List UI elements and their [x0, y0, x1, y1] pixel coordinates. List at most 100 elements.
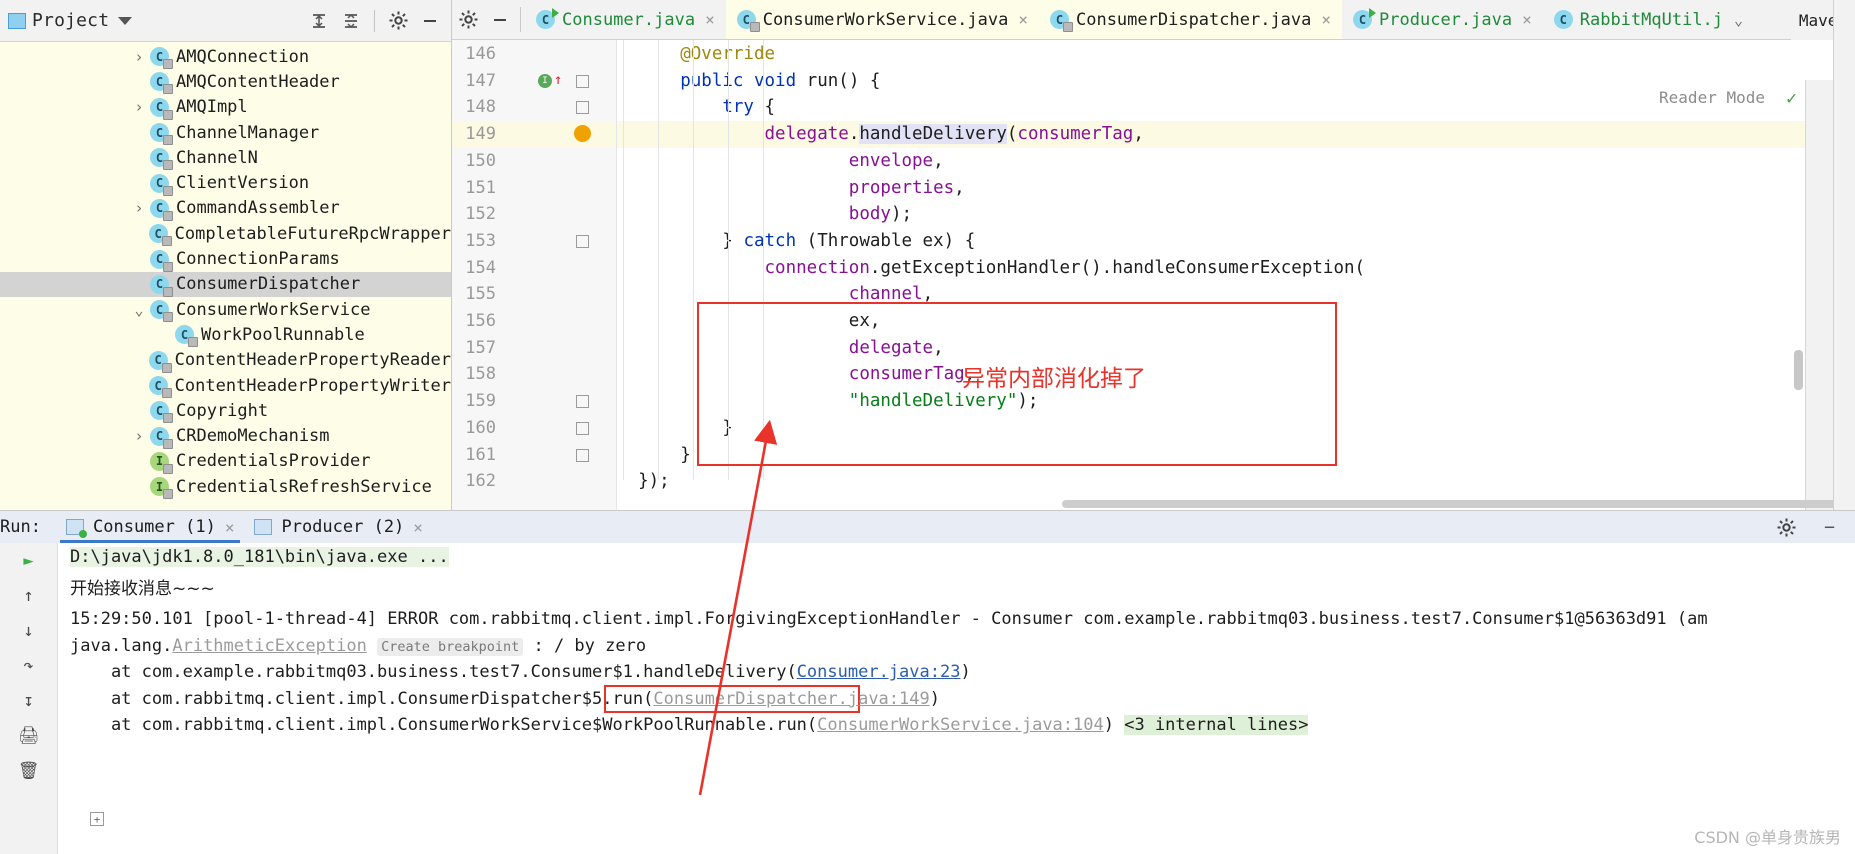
console-line[interactable]: D:\java\jdk1.8.0_181\bin\java.exe ... — [70, 547, 449, 567]
scroll-to-end-icon[interactable]: ↧ — [16, 689, 42, 713]
rerun-icon[interactable]: ► — [16, 549, 42, 573]
create-breakpoint-chip[interactable]: Create breakpoint — [377, 637, 524, 656]
console-line[interactable]: java.lang.ArithmeticException Create bre… — [70, 636, 646, 656]
chevron-down-icon[interactable]: ⌄ — [130, 301, 148, 319]
print-icon[interactable]: 🖨 — [16, 724, 42, 748]
chevron-right-icon[interactable]: › — [130, 98, 148, 116]
hide-editor-icon[interactable] — [484, 0, 516, 39]
expand-fold-icon[interactable]: + — [90, 812, 104, 826]
close-icon[interactable]: × — [413, 518, 423, 537]
code-line[interactable]: connection.getExceptionHandler().handleC… — [617, 258, 1366, 278]
intention-bulb-icon[interactable] — [574, 125, 591, 143]
close-icon[interactable]: × — [1018, 10, 1028, 29]
console-line[interactable]: 15:29:50.101 [pool-1-thread-4] ERROR com… — [70, 609, 1708, 629]
code-fold-icon[interactable] — [576, 395, 589, 409]
tree-item[interactable]: ›CCopyright — [0, 398, 451, 424]
tree-item[interactable]: › C CRDemoMechanism — [0, 423, 451, 449]
settings-gear-icon[interactable] — [452, 0, 484, 39]
minimize-icon[interactable]: − — [1824, 517, 1835, 538]
code-line[interactable]: } — [617, 418, 733, 438]
exception-link[interactable]: ArithmeticException — [172, 636, 366, 656]
run-gutter-icon[interactable]: I — [538, 73, 552, 88]
editor-gutter[interactable]: 146 147 148 149 150 151 152 153 154 155 156 157 158 1… — [452, 40, 617, 510]
code-fold-icon[interactable] — [576, 421, 589, 435]
run-tab[interactable]: Consumer (1) × — [56, 511, 244, 543]
collapse-all-icon[interactable] — [338, 8, 364, 34]
code-fold-icon[interactable] — [576, 74, 589, 88]
tree-item[interactable]: › C CommandAssembler — [0, 196, 451, 221]
tree-item[interactable]: ›CChannelManager — [0, 120, 451, 146]
code-line[interactable]: "handleDelivery"); — [617, 391, 1039, 411]
right-side-tool-strip[interactable] — [1833, 0, 1855, 510]
tree-item[interactable]: ›CContentHeaderPropertyWriter — [0, 373, 451, 398]
code-line[interactable]: properties, — [617, 178, 965, 198]
stacktrace-link[interactable]: ConsumerWorkService.java:104 — [817, 715, 1104, 735]
tree-item[interactable]: ›CConsumerDispatcher — [0, 271, 451, 297]
chevron-right-icon[interactable]: › — [130, 199, 148, 217]
hide-panel-icon[interactable] — [417, 8, 443, 34]
code-fold-icon[interactable] — [576, 101, 589, 115]
settings-gear-icon[interactable] — [1776, 517, 1797, 542]
editor-tab[interactable]: C RabbitMqUtil.j ⌄ — [1543, 0, 1754, 39]
close-icon[interactable]: × — [1522, 10, 1532, 29]
stacktrace-link[interactable]: ConsumerDispatcher.java:149 — [653, 689, 929, 709]
console-line[interactable]: at com.rabbitmq.client.impl.ConsumerDisp… — [70, 689, 940, 709]
code-line[interactable]: @Override — [617, 44, 775, 64]
run-tab[interactable]: Producer (2) × — [244, 511, 432, 543]
code-fold-icon[interactable] — [576, 448, 589, 462]
soft-wrap-icon[interactable]: ↷ — [16, 654, 42, 678]
inspection-ok-icon[interactable]: ✓ — [1786, 88, 1797, 109]
run-toolbar[interactable]: ► ↑ ↓ ↷ ↧ 🖨 🗑 — [0, 543, 58, 854]
down-arrow-icon[interactable]: ↓ — [16, 619, 42, 643]
console-line[interactable]: at com.example.rabbitmq03.business.test7… — [70, 662, 971, 682]
tree-item[interactable]: ›CConnectionParams — [0, 246, 451, 272]
chevron-down-icon[interactable]: ⌄ — [1734, 11, 1743, 29]
override-marker-icon[interactable]: ↑ — [554, 72, 562, 88]
editor-tab[interactable]: C ConsumerWorkService.java × — [725, 0, 1039, 39]
editor-tab[interactable]: C Producer.java × — [1342, 0, 1543, 39]
code-line[interactable]: envelope, — [617, 151, 944, 171]
tree-item[interactable]: ›CWorkPoolRunnable — [0, 322, 451, 348]
tree-item[interactable]: ›CAMQContentHeader — [0, 69, 451, 95]
code-line[interactable]: }); — [617, 471, 670, 491]
tree-item[interactable]: ›CContentHeaderPropertyReader — [0, 348, 451, 373]
tree-item[interactable]: › C AMQImpl — [0, 95, 451, 120]
tree-item[interactable]: ›ICredentialsProvider — [0, 449, 451, 474]
code-content[interactable]: @Override public void run() { try { dele… — [617, 40, 1855, 510]
code-line[interactable]: channel, — [617, 284, 933, 304]
tree-item[interactable]: ›CCompletableFutureRpcWrapper — [0, 221, 451, 247]
up-arrow-icon[interactable]: ↑ — [16, 584, 42, 608]
code-line[interactable]: try { — [617, 97, 775, 117]
code-line[interactable]: ex, — [617, 311, 881, 331]
chevron-right-icon[interactable]: › — [130, 427, 148, 445]
code-line[interactable]: delegate.handleDelivery(consumerTag, — [617, 124, 1144, 145]
tree-item[interactable]: ⌄ C ConsumerWorkService — [0, 297, 451, 323]
close-icon[interactable]: × — [1321, 10, 1331, 29]
project-tree[interactable]: ›CAMQConnection›CAMQContentHeader›CAMQIm… — [0, 42, 451, 510]
expand-all-icon[interactable] — [306, 8, 332, 34]
tree-item[interactable]: ›CChannelN — [0, 145, 451, 171]
stacktrace-link[interactable]: Consumer.java:23 — [797, 662, 961, 682]
editor-horizontal-scrollbar[interactable] — [1062, 500, 1855, 508]
tree-item[interactable]: › C AMQConnection — [0, 44, 451, 70]
close-icon[interactable]: × — [225, 518, 235, 537]
code-line[interactable]: delegate, — [617, 338, 944, 358]
code-line[interactable]: consumerTag, — [617, 364, 975, 384]
code-line[interactable]: } catch (Throwable ex) { — [617, 231, 975, 251]
code-line[interactable]: public void run() { — [617, 71, 880, 91]
code-line[interactable]: } — [617, 445, 691, 465]
editor-tab[interactable]: C Consumer.java × — [525, 0, 726, 39]
settings-gear-icon[interactable] — [385, 8, 411, 34]
folded-frames-badge[interactable]: <3 internal lines> — [1124, 715, 1309, 736]
chevron-right-icon[interactable]: › — [130, 48, 148, 66]
console-line[interactable]: at com.rabbitmq.client.impl.ConsumerWork… — [70, 715, 1309, 736]
close-icon[interactable]: × — [705, 10, 715, 29]
code-line[interactable]: body); — [617, 204, 912, 224]
clear-all-icon[interactable]: 🗑 — [16, 759, 42, 783]
chevron-down-icon[interactable] — [118, 16, 133, 25]
console-line[interactable]: 开始接收消息~~~ — [70, 574, 215, 599]
tree-item[interactable]: ›ICredentialsRefreshService — [0, 474, 451, 500]
code-fold-icon[interactable] — [576, 234, 589, 248]
editor-tab[interactable]: C ConsumerDispatcher.java × — [1038, 0, 1343, 39]
editor-body[interactable]: 146 147 148 149 150 151 152 153 154 155 156 157 158 1… — [452, 40, 1855, 510]
